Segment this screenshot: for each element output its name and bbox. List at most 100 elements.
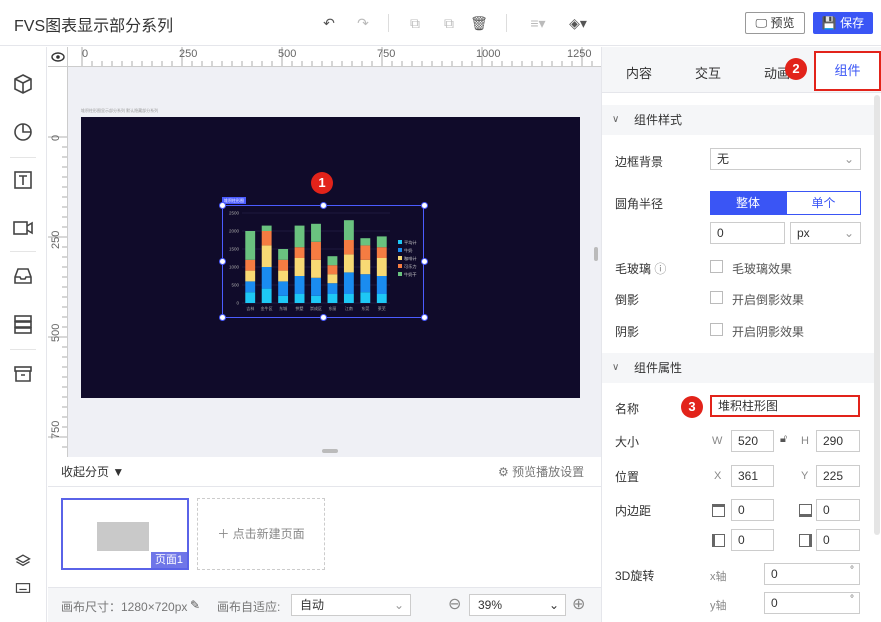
edit-icon[interactable]: ✎ [190,598,200,612]
chevron-down-icon: ⌄ [843,226,854,240]
canvas-area[interactable]: 0 250 500 750 1000 1250 0 250 500 750 堆积… [48,47,601,457]
layers-icon[interactable] [15,553,31,569]
resize-handle[interactable] [320,202,327,209]
delete-icon[interactable]: 🗑 [470,14,488,32]
zoom-select[interactable]: 39% ⌄ [469,594,566,616]
name-input[interactable]: 堆积柱形图 [710,395,860,417]
thumbnail-preview [97,522,149,551]
padding-left-icon [712,534,725,547]
shadow-checkbox[interactable] [710,323,723,336]
reflect-check-label: 开启倒影效果 [732,293,805,307]
radius-whole-button[interactable]: 整体 [710,191,786,215]
padding-left-input[interactable]: 0 [731,529,774,551]
align-icon[interactable]: ≡▾ [526,14,550,32]
degree-icon: ° [850,594,854,605]
text-icon[interactable] [12,169,34,191]
padding-right-icon [799,534,812,547]
auto-fit-label: 画布自适应: [217,600,281,614]
glass-label: 毛玻璃 ⓘ [615,262,667,276]
border-bg-select[interactable]: 无 ⌄ [710,148,861,170]
resize-handle[interactable] [219,258,226,265]
style-section-header[interactable]: ∨ 组件样式 [602,105,874,135]
redo-icon[interactable]: ↷ [354,14,372,32]
page-label: 页面1 [151,552,187,568]
undo-icon[interactable]: ↶ [320,14,338,32]
video-icon[interactable] [12,217,34,239]
height-input[interactable]: 290 [816,430,860,452]
database-icon[interactable] [12,313,34,335]
preview-button[interactable]: 🖵 预览 [745,12,805,34]
gear-icon: ⚙ [498,465,509,479]
selection-box[interactable] [222,205,424,318]
width-input[interactable]: 520 [731,430,774,452]
vertical-ruler: 0 250 500 750 [48,67,68,457]
tab-interaction[interactable]: 交互 [695,63,721,82]
duplicate-icon[interactable]: ⧉ [440,14,458,32]
collapse-pages-toggle[interactable]: 收起分页 ▼ [61,463,124,480]
stage-caption: 堆积柱形图显示部分系列 默认隐藏部分系列 [81,108,159,113]
caret-down-icon: ▼ [112,465,125,479]
tab-content[interactable]: 内容 [626,63,652,82]
resize-handle[interactable] [421,258,428,265]
radius-unit-select[interactable]: px ⌄ [790,222,861,244]
y-input[interactable]: 225 [816,465,860,487]
pie-chart-icon[interactable] [12,121,34,143]
cube-icon[interactable] [12,73,34,95]
resize-handle[interactable] [219,314,226,321]
page-thumbnail[interactable]: 页面1 [61,498,189,570]
panel-scrollbar[interactable] [874,95,880,535]
radius-single-button[interactable]: 单个 [786,191,861,215]
shadow-label: 阴影 [615,325,640,339]
zoom-out-icon[interactable]: ⊖ [448,594,461,614]
vertical-scrollbar[interactable] [594,247,598,261]
attr-section-header[interactable]: ∨ 组件属性 [602,353,874,383]
properties-panel: 内容 交互 动画 组件 2 ∨ 组件样式 边框背景 无 ⌄ 圆角半径 整体 单个 0… [601,47,881,622]
shadow-check-label: 开启阴影效果 [732,325,805,339]
degree-icon: ° [850,565,854,576]
preview-settings-link[interactable]: ⚙ 预览播放设置 [498,463,584,480]
resize-handle[interactable] [421,314,428,321]
rotate-x-input[interactable]: 0 ° [764,563,860,585]
radius-label: 圆角半径 [615,197,664,211]
keyboard-icon[interactable] [15,581,31,595]
glass-check-label: 毛玻璃效果 [732,262,793,276]
border-bg-label: 边框背景 [615,155,664,169]
bottom-bar: 画布尺寸：1280×720px ✎ 画布自适应: 自动 ⌄ ⊖ 39% ⌄ ⊕ [48,587,601,622]
archive-icon[interactable] [12,363,34,385]
padding-right-input[interactable]: 0 [816,529,860,551]
callout-badge-1: 1 [311,172,333,194]
top-bar: FVS图表显示部分系列 ↶ ↷ ⧉ ⧉ 🗑 ≡▾ ◈▾ 🖵 预览 💾 保存 [0,0,881,46]
reflect-checkbox[interactable] [710,291,723,304]
x-input[interactable]: 361 [731,465,774,487]
resize-handle[interactable] [421,202,428,209]
panel-tabs: 内容 交互 动画 组件 2 [602,47,881,93]
new-page-button[interactable]: ＋ 点击新建页面 [197,498,325,570]
auto-fit-select[interactable]: 自动 ⌄ [291,594,411,616]
chevron-down-icon: ∨ [612,114,620,125]
inbox-icon[interactable] [12,265,34,287]
left-sidebar [0,47,47,622]
chevron-down-icon: ∨ [612,362,620,373]
zoom-in-icon[interactable]: ⊕ [572,594,585,614]
layer-icon[interactable]: ◈▾ [566,14,590,32]
tab-component[interactable]: 组件 [814,51,881,91]
chevron-down-icon: ⌄ [843,152,854,166]
resize-handle[interactable] [219,202,226,209]
resize-handle[interactable] [320,314,327,321]
copy-icon[interactable]: ⧉ [406,14,424,32]
radius-input[interactable]: 0 [710,222,785,244]
lock-icon[interactable]: 🔓︎ [780,433,787,446]
save-button[interactable]: 💾 保存 [813,12,873,34]
rotation-label: 3D旋转 [615,569,655,583]
padding-bottom-input[interactable]: 0 [816,499,860,521]
padding-label: 内边距 [615,504,652,518]
padding-top-input[interactable]: 0 [731,499,774,521]
eye-icon[interactable] [48,47,68,67]
glass-checkbox[interactable] [710,260,723,273]
name-label: 名称 [615,402,640,416]
help-icon[interactable]: ⓘ [654,262,666,276]
callout-badge-3: 3 [681,396,703,418]
size-label: 大小 [615,435,640,449]
rotate-y-input[interactable]: 0 ° [764,592,860,614]
horizontal-scrollbar[interactable] [322,449,338,453]
